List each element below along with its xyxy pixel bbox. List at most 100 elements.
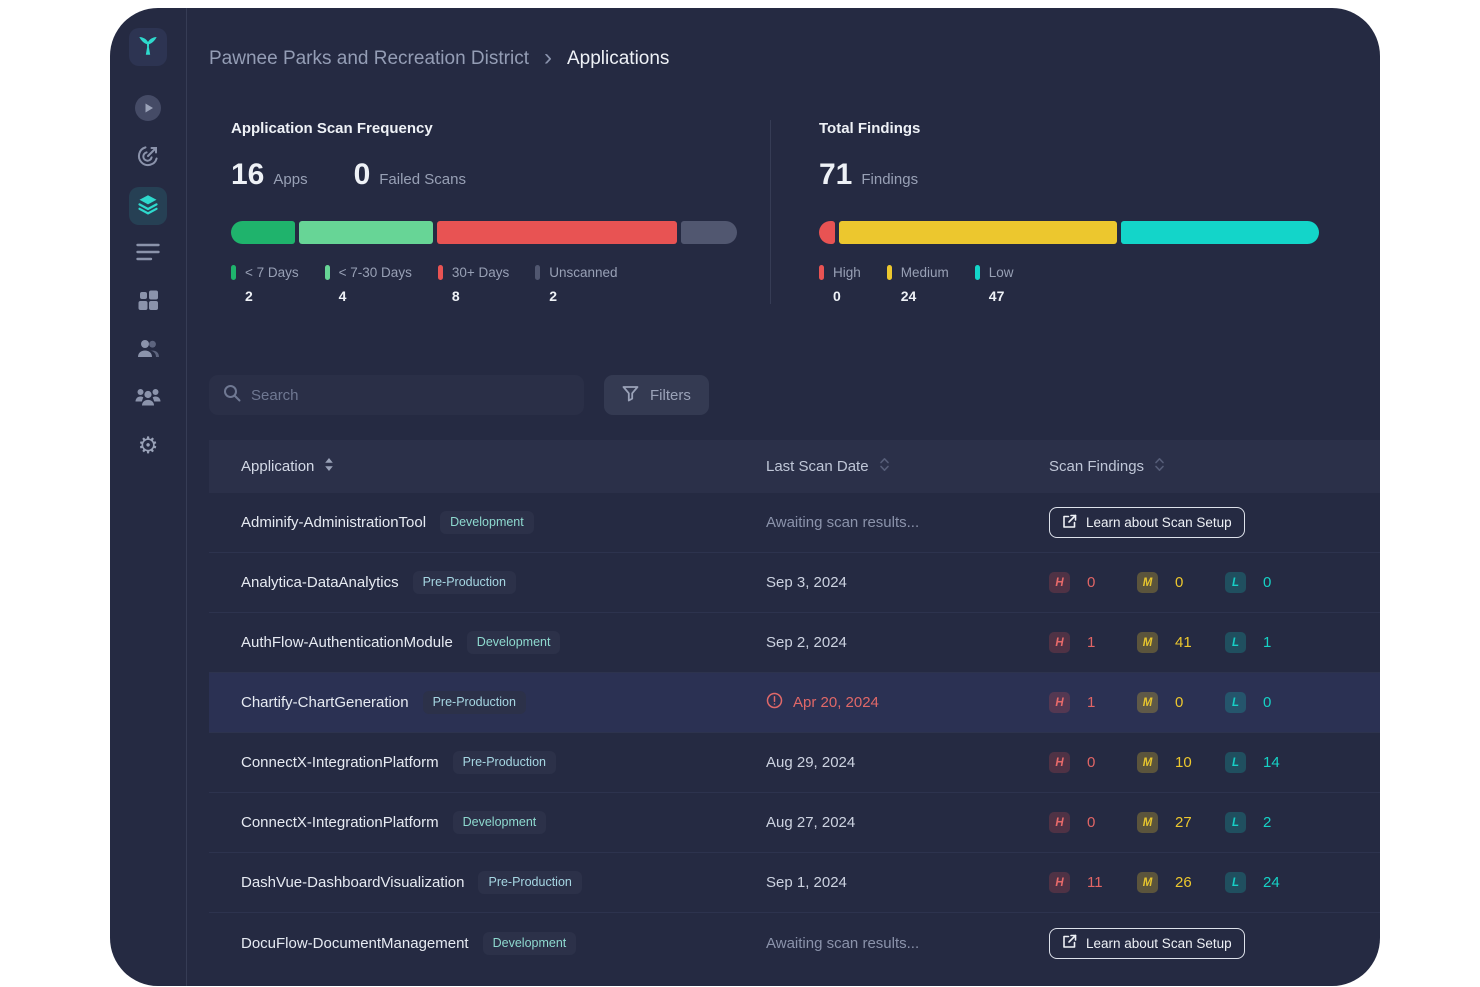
scan-frequency-panel: Application Scan Frequency 16 Apps 0 Fai… (209, 120, 771, 304)
apps-metric: 16 Apps (231, 158, 308, 192)
application-name: DocuFlow-DocumentManagement (241, 935, 469, 952)
filters-button[interactable]: Filters (604, 375, 709, 415)
legend-count: 8 (438, 288, 509, 304)
low-findings: L0 (1225, 572, 1313, 593)
low-severity-icon: L (1225, 572, 1246, 593)
bar-segment-30plusdays (437, 221, 677, 244)
low-count: 2 (1263, 814, 1271, 831)
medium-count: 0 (1175, 574, 1183, 591)
high-findings: H0 (1049, 752, 1137, 773)
sidebar-item-deploy[interactable] (129, 139, 167, 177)
table-row[interactable]: ConnectX-IntegrationPlatformDevelopment … (209, 793, 1380, 853)
low-findings: L24 (1225, 872, 1313, 893)
legend-pill (325, 265, 330, 280)
learn-scan-setup-button[interactable]: Learn about Scan Setup (1049, 928, 1245, 959)
failed-scans-label: Failed Scans (379, 171, 466, 188)
high-count: 0 (1087, 574, 1095, 591)
bar-segment-unscanned (681, 221, 737, 244)
legend-count: 2 (535, 288, 617, 304)
legend-pill (975, 265, 980, 280)
legend-pill (535, 265, 540, 280)
bar-segment-7-30days (299, 221, 433, 244)
medium-findings: M41 (1137, 632, 1225, 653)
scan-frequency-bar (231, 221, 737, 244)
column-header-application[interactable]: Application (241, 457, 766, 476)
medium-findings: M26 (1137, 872, 1225, 893)
page-background: ⚙ Pawnee Parks and Recreation District ›… (0, 0, 1480, 987)
table-row[interactable]: Adminify-AdministrationToolDevelopment A… (209, 493, 1380, 553)
table-row[interactable]: Chartify-ChartGenerationPre-Production A… (209, 673, 1380, 733)
last-scan-date: Sep 3, 2024 (766, 574, 1049, 591)
users-icon (136, 338, 160, 363)
environment-badge: Development (467, 631, 561, 654)
sort-icon (879, 457, 890, 476)
external-link-icon (1062, 514, 1077, 532)
environment-badge: Pre-Production (453, 751, 556, 774)
medium-findings: M0 (1137, 572, 1225, 593)
breadcrumb: Pawnee Parks and Recreation District › A… (209, 8, 1380, 70)
legend-count: 47 (975, 288, 1014, 304)
medium-count: 10 (1175, 754, 1192, 771)
app-window: ⚙ Pawnee Parks and Recreation District ›… (110, 8, 1380, 986)
table-row[interactable]: Analytica-DataAnalyticsPre-Production Se… (209, 553, 1380, 613)
phoenix-logo-icon (135, 32, 161, 63)
funnel-icon (622, 385, 639, 406)
failed-scans-count: 0 (354, 158, 371, 192)
sidebar-item-settings[interactable]: ⚙ (129, 427, 167, 465)
high-severity-icon: H (1049, 692, 1070, 713)
table-row[interactable]: DashVue-DashboardVisualizationPre-Produc… (209, 853, 1380, 913)
sidebar-item-dashboard[interactable] (129, 283, 167, 321)
breadcrumb-parent[interactable]: Pawnee Parks and Recreation District (209, 48, 529, 70)
sidebar-item-play[interactable] (129, 91, 167, 129)
high-count: 0 (1087, 754, 1095, 771)
bar-segment-lt7days (231, 221, 295, 244)
sidebar-item-teams[interactable] (129, 379, 167, 417)
sidebar-item-users[interactable] (129, 331, 167, 369)
sidebar-item-list[interactable] (129, 235, 167, 273)
gear-icon: ⚙ (138, 435, 159, 458)
low-count: 0 (1263, 694, 1271, 711)
brand-logo[interactable] (129, 28, 167, 66)
sidebar-item-applications[interactable] (129, 187, 167, 225)
high-findings: H0 (1049, 572, 1137, 593)
table-row[interactable]: DocuFlow-DocumentManagementDevelopment A… (209, 913, 1380, 973)
scan-frequency-metrics: 16 Apps 0 Failed Scans (231, 158, 737, 192)
external-link-icon (1062, 934, 1077, 952)
high-findings: H1 (1049, 632, 1137, 653)
apps-label: Apps (273, 171, 307, 188)
dashboard-grid-icon (136, 288, 160, 317)
column-header-last-scan-date[interactable]: Last Scan Date (766, 457, 1049, 476)
search-box[interactable] (209, 375, 584, 415)
scan-frequency-legend: < 7 Days 2 < 7-30 Days 4 30+ Days 8 Un (231, 265, 737, 304)
high-count: 1 (1087, 634, 1095, 651)
last-scan-date: Awaiting scan results... (766, 514, 1049, 531)
legend-item-7-30days: < 7-30 Days 4 (325, 265, 412, 304)
main-content: Pawnee Parks and Recreation District › A… (187, 8, 1380, 986)
environment-badge: Development (453, 811, 547, 834)
search-icon (223, 384, 241, 407)
total-findings-panel: Total Findings 71 Findings (771, 120, 1380, 304)
stats-section: Application Scan Frequency 16 Apps 0 Fai… (209, 120, 1380, 304)
learn-scan-setup-button[interactable]: Learn about Scan Setup (1049, 507, 1245, 538)
medium-severity-icon: M (1137, 632, 1158, 653)
failed-scans-metric: 0 Failed Scans (354, 158, 466, 192)
search-input[interactable] (251, 387, 570, 404)
last-scan-date: Aug 29, 2024 (766, 754, 1049, 771)
findings-metric: 71 Findings (819, 158, 918, 192)
table-row[interactable]: ConnectX-IntegrationPlatformPre-Producti… (209, 733, 1380, 793)
legend-pill (438, 265, 443, 280)
environment-badge: Pre-Production (423, 691, 526, 714)
table-row[interactable]: AuthFlow-AuthenticationModuleDevelopment… (209, 613, 1380, 673)
toolbar: Filters (209, 375, 1380, 415)
low-count: 1 (1263, 634, 1271, 651)
low-severity-icon: L (1225, 692, 1246, 713)
legend-count: 4 (325, 288, 412, 304)
medium-findings: M27 (1137, 812, 1225, 833)
medium-severity-icon: M (1137, 752, 1158, 773)
layers-icon (136, 192, 160, 221)
deploy-scope-icon (136, 144, 160, 173)
high-severity-icon: H (1049, 632, 1070, 653)
high-severity-icon: H (1049, 872, 1070, 893)
column-header-scan-findings[interactable]: Scan Findings (1049, 457, 1360, 476)
application-name: ConnectX-IntegrationPlatform (241, 814, 439, 831)
